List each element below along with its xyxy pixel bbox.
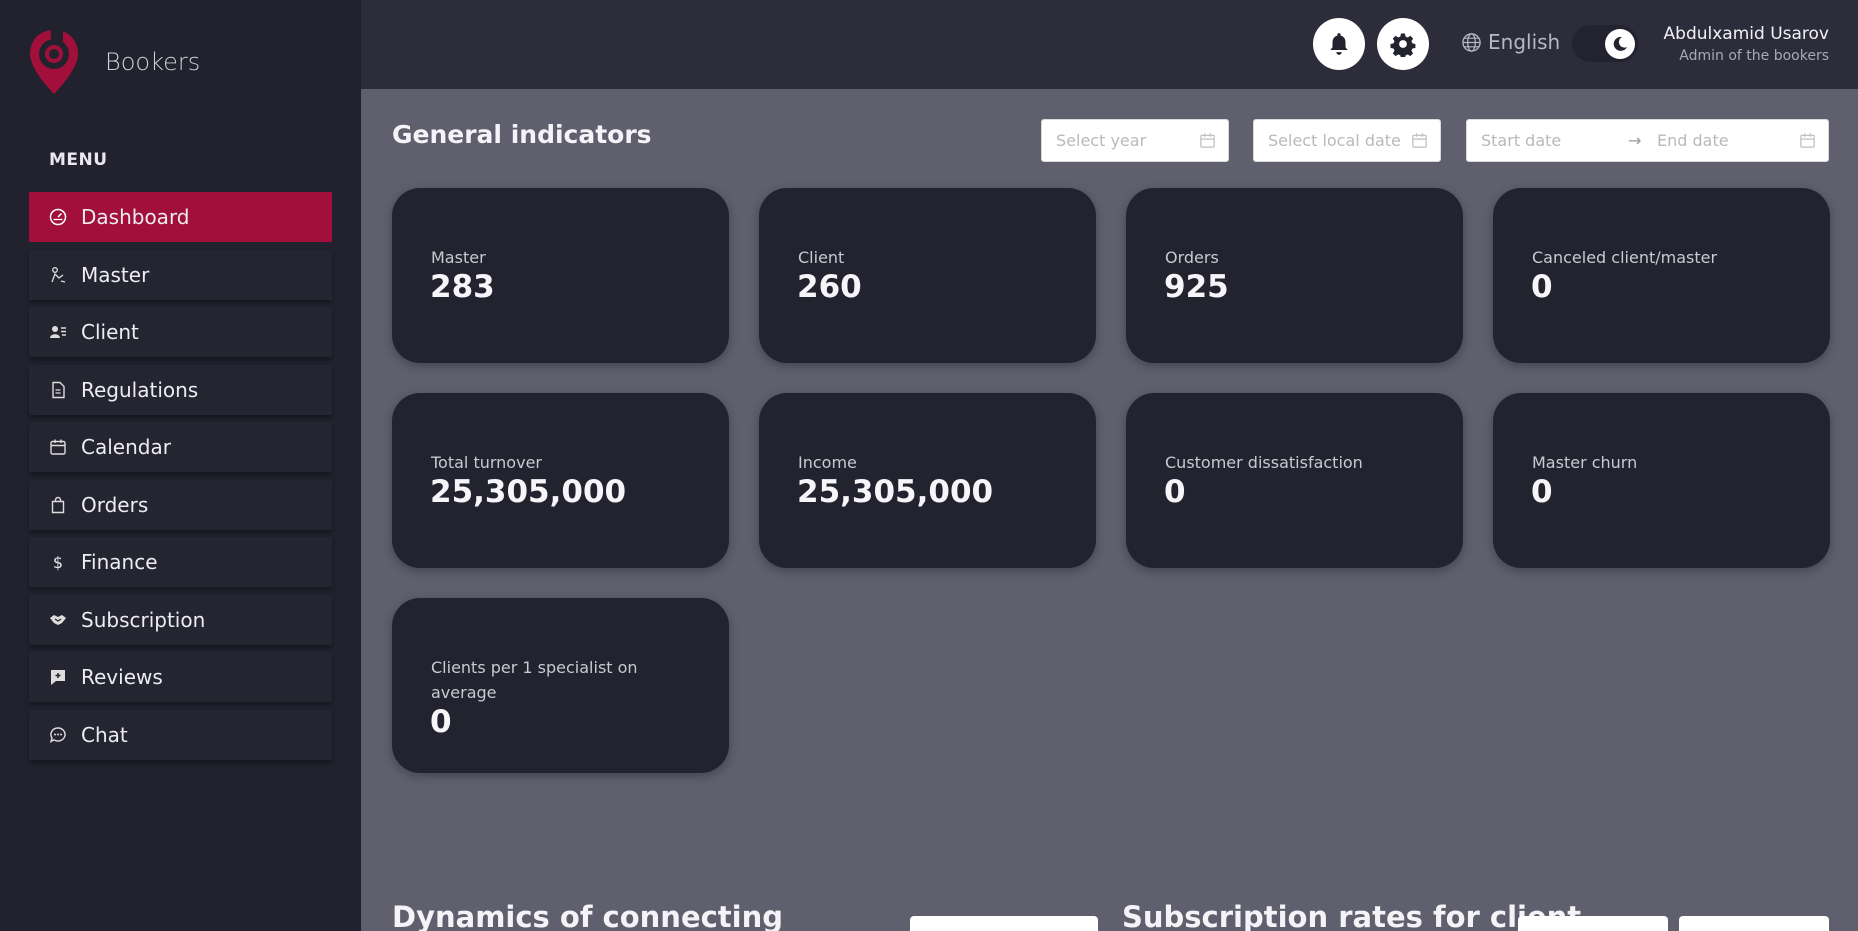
sidebar-item-label: Client bbox=[81, 320, 139, 344]
select-year-placeholder: Select year bbox=[1056, 131, 1147, 150]
select-year-field[interactable]: Select year bbox=[1041, 119, 1229, 162]
subscription-filter-field-1[interactable] bbox=[1518, 916, 1668, 931]
client-card-icon bbox=[49, 323, 67, 341]
user-name[interactable]: Abdulxamid Usarov bbox=[1664, 24, 1829, 44]
app-name: Bookers bbox=[105, 48, 201, 76]
subscription-filter-field-2[interactable] bbox=[1679, 916, 1829, 931]
stat-card-label: Master churn bbox=[1532, 453, 1638, 472]
sidebar-nav: Dashboard Master Client Regulations Cale… bbox=[29, 192, 332, 767]
stat-card-value: 0 bbox=[1164, 474, 1186, 510]
sidebar-item-subscription[interactable]: Subscription bbox=[29, 594, 332, 645]
stat-card-master-churn: Master churn 0 bbox=[1493, 393, 1830, 568]
stat-card-label: Total turnover bbox=[431, 453, 542, 472]
section-title-subscription-rates: Subscription rates for client bbox=[1122, 900, 1582, 931]
calendar-icon bbox=[1412, 133, 1427, 148]
stat-card-label: Clients per 1 specialist on average bbox=[431, 658, 638, 702]
stat-card-value: 0 bbox=[430, 704, 452, 740]
stat-card-clients-per-specialist: Clients per 1 specialist on average 0 bbox=[392, 598, 729, 773]
stat-card-income: Income 25,305,000 bbox=[759, 393, 1096, 568]
page-title: General indicators bbox=[392, 120, 652, 149]
section-title-dynamics: Dynamics of connecting bbox=[392, 900, 784, 931]
stat-card-client: Client 260 bbox=[759, 188, 1096, 363]
gear-icon bbox=[1390, 33, 1416, 57]
review-plus-icon bbox=[49, 668, 67, 686]
notifications-button[interactable] bbox=[1313, 18, 1365, 70]
stat-card-label: Canceled client/master bbox=[1532, 248, 1718, 267]
top-bar: English Abdulxamid Usarov Admin of the b… bbox=[361, 0, 1858, 89]
sidebar-item-finance[interactable]: $ Finance bbox=[29, 537, 332, 587]
sidebar-item-dashboard[interactable]: Dashboard bbox=[29, 192, 332, 242]
globe-icon bbox=[1462, 32, 1481, 52]
dashboard-gauge-icon bbox=[49, 208, 67, 226]
select-local-date-placeholder: Select local date bbox=[1268, 131, 1401, 150]
stat-card-label: Income bbox=[798, 453, 857, 472]
stat-card-label: Client bbox=[798, 248, 845, 267]
sidebar-item-label: Dashboard bbox=[81, 205, 190, 229]
handshake-icon bbox=[49, 611, 67, 629]
sidebar-item-reviews[interactable]: Reviews bbox=[29, 652, 332, 702]
stat-card-value: 0 bbox=[1531, 474, 1553, 510]
location-pin-logo-icon bbox=[30, 30, 78, 94]
range-arrow-icon: → bbox=[1628, 131, 1642, 150]
sidebar-item-label: Reviews bbox=[81, 665, 163, 689]
sidebar-item-master[interactable]: Master bbox=[29, 249, 332, 300]
calendar-icon bbox=[1200, 133, 1215, 148]
sidebar-item-chat[interactable]: Chat bbox=[29, 709, 332, 760]
sidebar-item-label: Finance bbox=[81, 550, 158, 574]
stat-card-orders: Orders 925 bbox=[1126, 188, 1463, 363]
stat-card-value: 925 bbox=[1164, 269, 1229, 305]
sidebar-item-label: Calendar bbox=[81, 435, 171, 459]
settings-button[interactable] bbox=[1377, 18, 1429, 70]
sidebar-item-client[interactable]: Client bbox=[29, 307, 332, 357]
bell-icon bbox=[1330, 33, 1348, 55]
dynamics-filter-field[interactable] bbox=[910, 916, 1098, 931]
master-icon bbox=[49, 266, 67, 284]
document-icon bbox=[49, 381, 67, 399]
stat-card-value: 283 bbox=[430, 269, 495, 305]
stat-card-label: Customer dissatisfaction bbox=[1165, 453, 1363, 472]
sidebar-item-label: Orders bbox=[81, 492, 149, 517]
stat-card-value: 0 bbox=[1531, 269, 1553, 305]
user-role: Admin of the bookers bbox=[1679, 48, 1829, 64]
theme-toggle-knob bbox=[1605, 29, 1635, 59]
date-range-field[interactable]: Start date → End date bbox=[1466, 119, 1829, 162]
shopping-bag-icon bbox=[49, 496, 67, 514]
dollar-icon: $ bbox=[52, 552, 64, 572]
stat-card-master: Master 283 bbox=[392, 188, 729, 363]
calendar-icon bbox=[49, 438, 67, 456]
chat-bubble-icon bbox=[49, 726, 67, 744]
stat-card-value: 260 bbox=[797, 269, 862, 305]
stat-card-label: Master bbox=[431, 248, 486, 267]
sidebar-item-regulations[interactable]: Regulations bbox=[29, 364, 332, 415]
stat-card-label: Orders bbox=[1165, 248, 1219, 267]
stat-card-total-turnover: Total turnover 25,305,000 bbox=[392, 393, 729, 568]
sidebar: Bookers MENU Dashboard Master Client Reg… bbox=[0, 0, 361, 931]
theme-toggle[interactable] bbox=[1572, 25, 1638, 62]
stat-card-value: 25,305,000 bbox=[797, 474, 994, 510]
sidebar-item-label: Chat bbox=[81, 722, 128, 747]
menu-title: MENU bbox=[49, 150, 108, 170]
language-label: English bbox=[1488, 30, 1561, 54]
language-selector[interactable]: English bbox=[1461, 30, 1560, 54]
end-date-placeholder[interactable]: End date bbox=[1657, 131, 1729, 150]
app-logo[interactable]: Bookers bbox=[28, 28, 200, 96]
calendar-icon bbox=[1800, 133, 1815, 148]
stat-card-canceled: Canceled client/master 0 bbox=[1493, 188, 1830, 363]
sidebar-item-orders[interactable]: Orders bbox=[29, 479, 332, 530]
start-date-placeholder[interactable]: Start date bbox=[1481, 131, 1561, 150]
sidebar-item-calendar[interactable]: Calendar bbox=[29, 422, 332, 472]
sidebar-item-label: Regulations bbox=[81, 377, 199, 402]
stat-card-value: 25,305,000 bbox=[430, 474, 627, 510]
sidebar-item-label: Subscription bbox=[81, 607, 206, 632]
stat-card-customer-dissatisfaction: Customer dissatisfaction 0 bbox=[1126, 393, 1463, 568]
select-local-date-field[interactable]: Select local date bbox=[1253, 119, 1441, 162]
sidebar-item-label: Master bbox=[81, 262, 150, 287]
moon-icon bbox=[1613, 36, 1627, 51]
